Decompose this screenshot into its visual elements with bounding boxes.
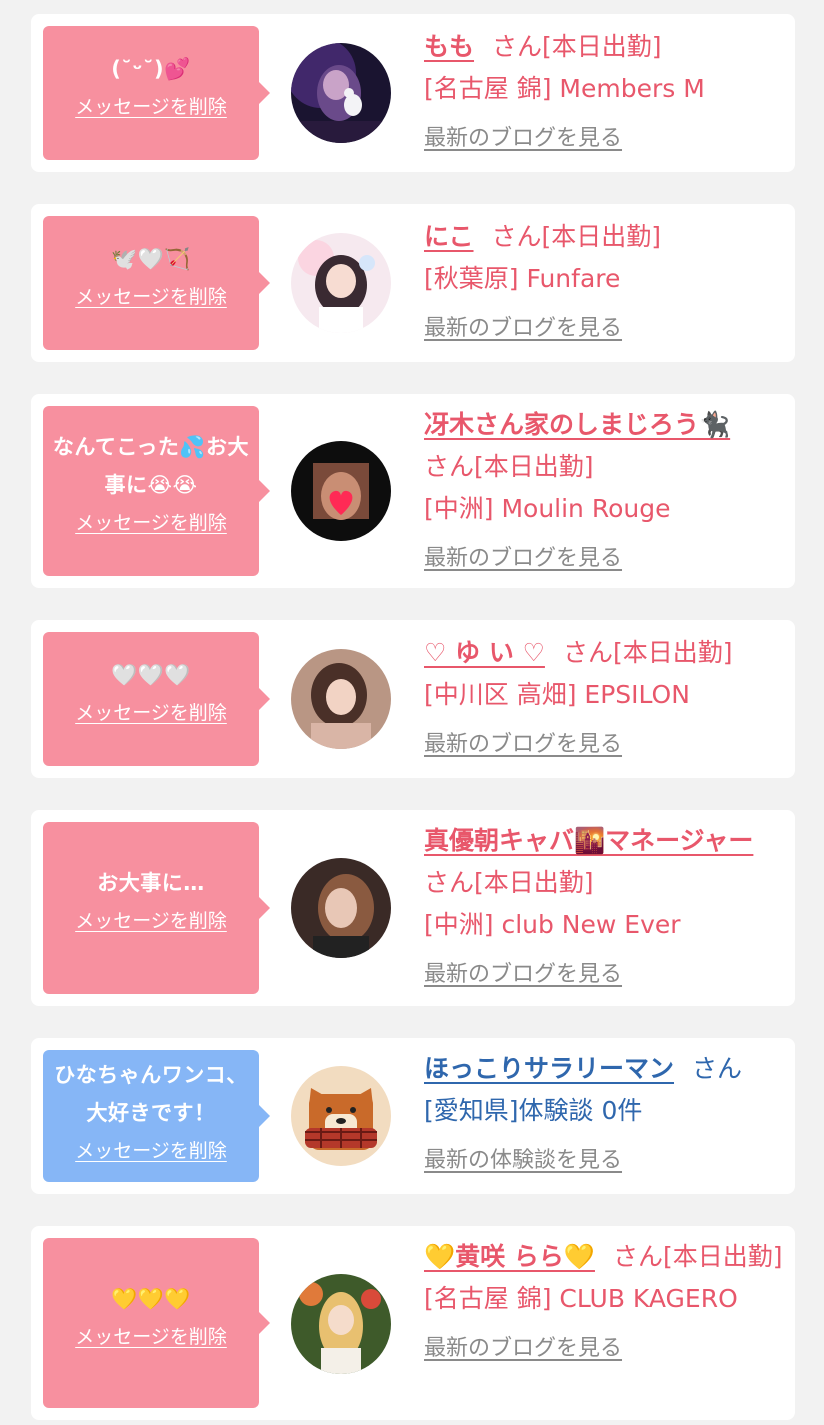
avatar[interactable] (291, 43, 391, 143)
delete-message-link[interactable]: メッセージを削除 (75, 282, 227, 309)
avatar-photo-icon (291, 43, 391, 143)
shop-label: [中洲] club New Ever (424, 910, 681, 939)
sender-info: ♡ ゆ い ♡ さん[本日出勤] [中川区 高畑] EPSILON 最新のブログを… (424, 632, 784, 766)
sender-info: 💛黄咲 らら💛 さん[本日出勤] [名古屋 錦] CLUB KAGERO 最新のブ… (424, 1236, 784, 1370)
message-card: 💛💛💛 メッセージを削除 💛黄咲 らら💛 さん[本日出勤] [名古屋 錦] CLU… (31, 1226, 795, 1420)
sender-name-link[interactable]: もも (424, 32, 474, 61)
sender-name-link[interactable]: 冴木さん家のしまじろう🐈‍⬛ (424, 410, 730, 439)
avatar-photo-icon (291, 441, 391, 541)
avatar[interactable] (291, 1066, 391, 1166)
message-card: 🤍🤍🤍 メッセージを削除 ♡ ゆ い ♡ さん[本日出勤] [中川区 高畑] EP… (31, 620, 795, 778)
shiba-dog-icon (291, 1066, 391, 1166)
sender-name-link[interactable]: にこ (424, 222, 474, 251)
message-bubble: なんてこった💦お大事に😭😭 メッセージを削除 (43, 406, 270, 576)
honorific: さん (612, 1242, 663, 1271)
avatar-photo-icon (291, 233, 391, 333)
message-text: 💛💛💛 (111, 1287, 191, 1311)
status-label: [本日出勤] (662, 1242, 783, 1271)
latest-blog-link[interactable]: 最新のブログを見る (424, 1328, 784, 1370)
message-card: (˘ᵕ˘)💕 メッセージを削除 もも さん[本日出勤] [名古屋 錦] Membe… (31, 14, 795, 172)
sender-name-link[interactable]: 真優朝キャバ🌇マネージャー (424, 826, 753, 855)
status-label: [本日出勤] (542, 32, 662, 61)
avatar[interactable] (291, 649, 391, 749)
sender-name-link[interactable]: ♡ ゆ い ♡ (424, 638, 545, 667)
message-bubble: (˘ᵕ˘)💕 メッセージを削除 (43, 26, 270, 160)
latest-experience-link[interactable]: 最新の体験談を見る (424, 1140, 784, 1182)
shop-label: [名古屋 錦] Members M (424, 74, 705, 103)
latest-blog-link[interactable]: 最新のブログを見る (424, 724, 784, 766)
status-label: [本日出勤] (541, 222, 662, 251)
shop-label: [秋葉原] Funfare (424, 264, 621, 293)
message-card: 🕊️🤍🏹 メッセージを削除 にこ さん[本日出勤] [秋葉原] Funfare 最… (31, 204, 795, 362)
message-bubble: ひなちゃんワンコ、大好きです！ メッセージを削除 (43, 1050, 270, 1182)
honorific: さん (424, 452, 475, 481)
message-bubble: お大事に… メッセージを削除 (43, 822, 270, 994)
message-card: なんてこった💦お大事に😭😭 メッセージを削除 冴木さん家のしまじろう🐈‍⬛ さん[… (31, 394, 795, 588)
message-text: (˘ᵕ˘)💕 (111, 57, 191, 81)
message-card: お大事に… メッセージを削除 真優朝キャバ🌇マネージャーさん[本日出勤] [中洲… (31, 810, 795, 1006)
sender-info: にこ さん[本日出勤] [秋葉原] Funfare 最新のブログを見る (424, 216, 784, 350)
message-bubble: 🕊️🤍🏹 メッセージを削除 (43, 216, 270, 350)
delete-message-link[interactable]: メッセージを削除 (75, 1136, 227, 1163)
sender-info: 真優朝キャバ🌇マネージャーさん[本日出勤] [中洲] club New Ever… (424, 820, 784, 996)
latest-blog-link[interactable]: 最新のブログを見る (424, 954, 784, 996)
avatar[interactable] (291, 233, 391, 333)
honorific: さん (692, 1054, 743, 1083)
honorific: さん (562, 638, 613, 667)
delete-message-link[interactable]: メッセージを削除 (75, 92, 227, 119)
honorific: さん (492, 32, 543, 61)
shop-label: [名古屋 錦] CLUB KAGERO (424, 1284, 738, 1313)
shop-label: [中川区 高畑] EPSILON (424, 680, 690, 709)
delete-message-link[interactable]: メッセージを削除 (75, 1322, 227, 1349)
shop-label: [愛知県]体験談 0件 (424, 1096, 643, 1125)
status-label: [本日出勤] (474, 452, 594, 481)
honorific: さん (424, 868, 475, 897)
delete-message-link[interactable]: メッセージを削除 (75, 508, 227, 535)
delete-message-link[interactable]: メッセージを削除 (75, 906, 227, 933)
message-text: ひなちゃんワンコ、大好きです！ (54, 1063, 248, 1125)
avatar-photo-icon (291, 649, 391, 749)
sender-name-link[interactable]: 💛黄咲 らら💛 (424, 1242, 595, 1271)
message-text: なんてこった💦お大事に😭😭 (52, 435, 250, 497)
latest-blog-link[interactable]: 最新のブログを見る (424, 308, 784, 350)
latest-blog-link[interactable]: 最新のブログを見る (424, 118, 784, 160)
sender-info: 冴木さん家のしまじろう🐈‍⬛ さん[本日出勤] [中洲] Moulin Rouge… (424, 404, 784, 580)
shop-label: [中洲] Moulin Rouge (424, 494, 671, 523)
message-text: 🤍🤍🤍 (111, 663, 191, 687)
message-card: ひなちゃんワンコ、大好きです！ メッセージを削除 ほっこりサラリーマン さん [愛… (31, 1038, 795, 1194)
sender-info: ほっこりサラリーマン さん [愛知県]体験談 0件 最新の体験談を見る (424, 1048, 784, 1182)
honorific: さん (491, 222, 542, 251)
status-label: [本日出勤] (474, 868, 594, 897)
message-bubble: 🤍🤍🤍 メッセージを削除 (43, 632, 270, 766)
latest-blog-link[interactable]: 最新のブログを見る (424, 538, 784, 580)
message-text: 🕊️🤍🏹 (111, 247, 191, 271)
message-bubble: 💛💛💛 メッセージを削除 (43, 1238, 270, 1408)
message-list: (˘ᵕ˘)💕 メッセージを削除 もも さん[本日出勤] [名古屋 錦] Membe… (0, 0, 824, 1425)
delete-message-link[interactable]: メッセージを削除 (75, 698, 227, 725)
sender-name-link[interactable]: ほっこりサラリーマン (424, 1054, 674, 1083)
message-text: お大事に… (97, 871, 205, 895)
status-label: [本日出勤] (612, 638, 733, 667)
avatar-photo-icon (291, 858, 391, 958)
avatar[interactable] (291, 858, 391, 958)
avatar[interactable] (291, 441, 391, 541)
sender-info: もも さん[本日出勤] [名古屋 錦] Members M 最新のブログを見る (424, 26, 784, 160)
avatar[interactable] (291, 1274, 391, 1374)
avatar-photo-icon (291, 1274, 391, 1374)
